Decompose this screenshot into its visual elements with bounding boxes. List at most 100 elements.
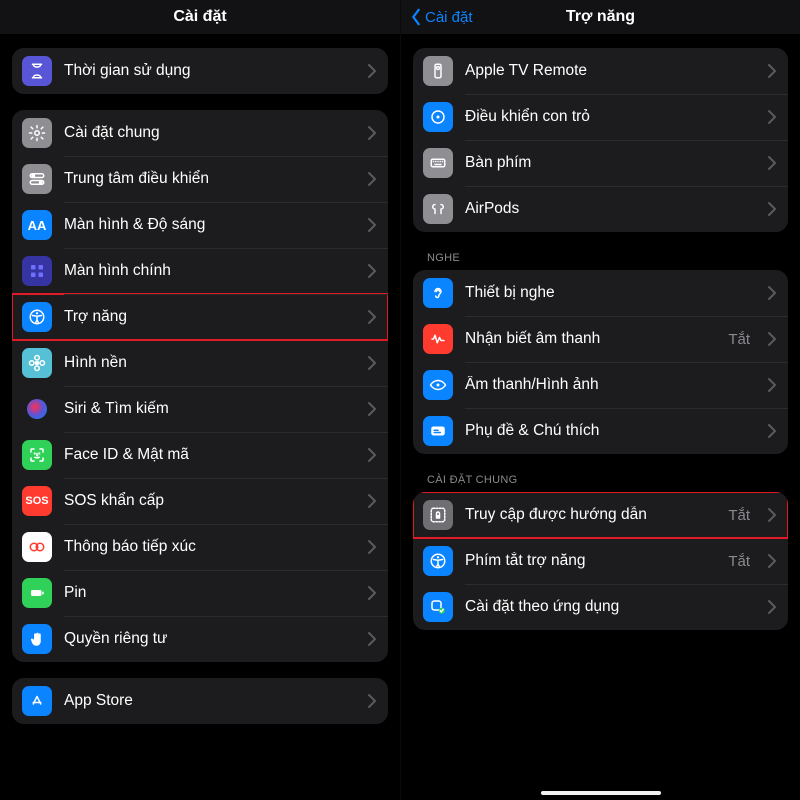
- settings-row-captions[interactable]: Phụ đề & Chú thích: [413, 408, 788, 454]
- hand-icon: [22, 624, 52, 654]
- home-indicator: [541, 791, 661, 795]
- navbar: Cài đặt Trợ năng: [401, 0, 800, 34]
- phone-left: Cài đặt Thời gian sử dụng Cài đặt chung …: [0, 0, 400, 800]
- row-label: Thiết bị nghe: [465, 284, 756, 302]
- faceid-icon: [22, 440, 52, 470]
- settings-list[interactable]: Thời gian sử dụng Cài đặt chung Trung tâ…: [0, 34, 400, 790]
- row-value: Tắt: [728, 331, 750, 348]
- back-label: Cài đặt: [425, 9, 473, 26]
- settings-row-guided[interactable]: Truy cập được hướng dẫn Tắt: [413, 492, 788, 538]
- row-label: Âm thanh/Hình ảnh: [465, 376, 756, 394]
- row-label: Truy cập được hướng dẫn: [465, 506, 716, 524]
- settings-group: App Store: [12, 678, 388, 724]
- settings-row-shortcut[interactable]: Phím tắt trợ năng Tắt: [413, 538, 788, 584]
- settings-row-privacy[interactable]: Quyền riêng tư: [12, 616, 388, 662]
- settings-row-hearing[interactable]: Thiết bị nghe: [413, 270, 788, 316]
- chevron-right-icon: [768, 156, 776, 170]
- chevron-right-icon: [768, 378, 776, 392]
- chevron-right-icon: [768, 508, 776, 522]
- airpods-icon: [423, 194, 453, 224]
- chevron-right-icon: [368, 64, 376, 78]
- row-label: App Store: [64, 692, 356, 710]
- settings-row-control[interactable]: Trung tâm điều khiển: [12, 156, 388, 202]
- chevron-right-icon: [368, 494, 376, 508]
- settings-row-soundrec[interactable]: Nhận biết âm thanh Tắt: [413, 316, 788, 362]
- row-label: Siri & Tìm kiếm: [64, 400, 356, 418]
- settings-row-home[interactable]: Màn hình chính: [12, 248, 388, 294]
- switches-icon: [22, 164, 52, 194]
- chevron-left-icon: [409, 8, 423, 26]
- settings-group: Apple TV Remote Điều khiển con trỏ Bàn p…: [413, 48, 788, 232]
- settings-row-av[interactable]: Âm thanh/Hình ảnh: [413, 362, 788, 408]
- row-label: Apple TV Remote: [465, 62, 756, 80]
- row-label: Phụ đề & Chú thích: [465, 422, 756, 440]
- section-header: NGHE: [427, 252, 784, 264]
- row-label: Màn hình chính: [64, 262, 356, 280]
- row-label: Bàn phím: [465, 154, 756, 172]
- chevron-right-icon: [768, 110, 776, 124]
- row-label: AirPods: [465, 200, 756, 218]
- settings-row-sos[interactable]: SOS SOS khẩn cấp: [12, 478, 388, 524]
- settings-row-battery[interactable]: Pin: [12, 570, 388, 616]
- chevron-right-icon: [768, 202, 776, 216]
- settings-row-perapp[interactable]: Cài đặt theo ứng dụng: [413, 584, 788, 630]
- row-label: Nhận biết âm thanh: [465, 330, 716, 348]
- chevron-right-icon: [368, 632, 376, 646]
- nav-title: Trợ năng: [566, 8, 635, 26]
- chevron-right-icon: [768, 600, 776, 614]
- chevron-right-icon: [768, 332, 776, 346]
- settings-group: Truy cập được hướng dẫn Tắt Phím tắt trợ…: [413, 492, 788, 630]
- chevron-right-icon: [368, 172, 376, 186]
- row-label: Trung tâm điều khiển: [64, 170, 356, 188]
- perapp-icon: [423, 592, 453, 622]
- settings-row-pointer[interactable]: Điều khiển con trỏ: [413, 94, 788, 140]
- settings-row-keyboard[interactable]: Bàn phím: [413, 140, 788, 186]
- chevron-right-icon: [368, 694, 376, 708]
- lock-icon: [423, 500, 453, 530]
- pointer-icon: [423, 102, 453, 132]
- row-label: Face ID & Mật mã: [64, 446, 356, 464]
- row-label: Thời gian sử dụng: [64, 62, 356, 80]
- settings-row-access[interactable]: Trợ năng: [12, 294, 388, 340]
- eye-icon: [423, 370, 453, 400]
- row-label: SOS khẩn cấp: [64, 492, 356, 510]
- settings-row-general[interactable]: Cài đặt chung: [12, 110, 388, 156]
- remote-icon: [423, 56, 453, 86]
- captions-icon: [423, 416, 453, 446]
- settings-row-exposure[interactable]: Thông báo tiếp xúc: [12, 524, 388, 570]
- exposure-icon: [22, 532, 52, 562]
- settings-row-airpods[interactable]: AirPods: [413, 186, 788, 232]
- chevron-right-icon: [368, 218, 376, 232]
- chevron-right-icon: [368, 402, 376, 416]
- row-label: Thông báo tiếp xúc: [64, 538, 356, 556]
- settings-row-screentime[interactable]: Thời gian sử dụng: [12, 48, 388, 94]
- accessibility-icon: [22, 302, 52, 332]
- nav-title: Cài đặt: [173, 8, 226, 26]
- sos-icon: SOS: [22, 486, 52, 516]
- row-label: Màn hình & Độ sáng: [64, 216, 356, 234]
- settings-row-appstore[interactable]: App Store: [12, 678, 388, 724]
- section-header: CÀI ĐẶT CHUNG: [427, 474, 784, 486]
- grid-icon: [22, 256, 52, 286]
- ear-icon: [423, 278, 453, 308]
- settings-row-wallpaper[interactable]: Hình nền: [12, 340, 388, 386]
- row-label: Trợ năng: [64, 308, 356, 326]
- settings-row-display[interactable]: AA Màn hình & Độ sáng: [12, 202, 388, 248]
- settings-row-siri[interactable]: Siri & Tìm kiếm: [12, 386, 388, 432]
- row-label: Pin: [64, 584, 356, 602]
- chevron-right-icon: [368, 540, 376, 554]
- battery-icon: [22, 578, 52, 608]
- row-label: Phím tắt trợ năng: [465, 552, 716, 570]
- keyboard-icon: [423, 148, 453, 178]
- accessibility-list[interactable]: Apple TV Remote Điều khiển con trỏ Bàn p…: [401, 34, 800, 790]
- settings-row-faceid[interactable]: Face ID & Mật mã: [12, 432, 388, 478]
- chevron-right-icon: [768, 424, 776, 438]
- navbar: Cài đặt: [0, 0, 400, 34]
- settings-row-tvremote[interactable]: Apple TV Remote: [413, 48, 788, 94]
- aa-icon: AA: [22, 210, 52, 240]
- row-value: Tắt: [728, 507, 750, 524]
- back-button[interactable]: Cài đặt: [409, 0, 473, 34]
- row-value: Tắt: [728, 553, 750, 570]
- row-label: Cài đặt theo ứng dụng: [465, 598, 756, 616]
- chevron-right-icon: [768, 64, 776, 78]
